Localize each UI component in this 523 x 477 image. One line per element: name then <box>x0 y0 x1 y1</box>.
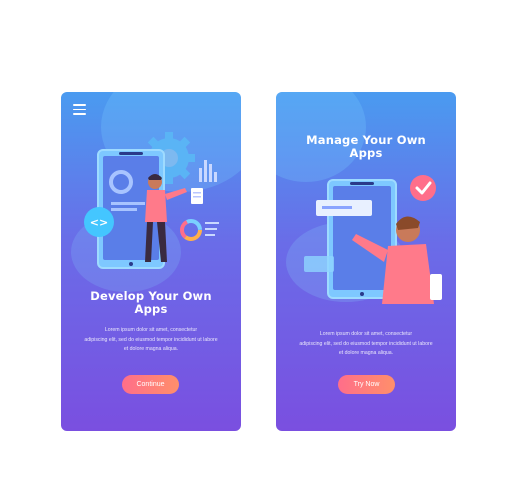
svg-text:<>: <> <box>90 216 108 229</box>
bar-chart-icon <box>199 160 217 182</box>
onboarding-screen-manage: Manage Your Own Apps Lorem ipsum dolor s… <box>276 92 456 431</box>
try-now-button[interactable]: Try Now <box>338 375 395 394</box>
developer-illustration: <> <box>84 132 219 269</box>
screen-title: Develop Your Own Apps <box>90 289 212 316</box>
developer-person <box>145 174 187 262</box>
manager-illustration <box>304 175 442 304</box>
onboarding-screen-develop: <> Develop Your Own Apps Lorem ipsum dol… <box>61 92 241 431</box>
menu-icon[interactable] <box>73 104 86 115</box>
document-icon <box>191 188 203 204</box>
continue-button[interactable]: Continue <box>122 375 179 394</box>
donut-chart-icon <box>180 219 202 241</box>
screen-title: Manage Your Own Apps <box>306 133 426 160</box>
description-text: Lorem ipsum dolor sit amet, consectetur … <box>299 331 433 356</box>
checkmark-icon <box>410 175 436 201</box>
code-icon: <> <box>84 207 114 237</box>
description-text: Lorem ipsum dolor sit amet, consectetur … <box>84 327 218 352</box>
